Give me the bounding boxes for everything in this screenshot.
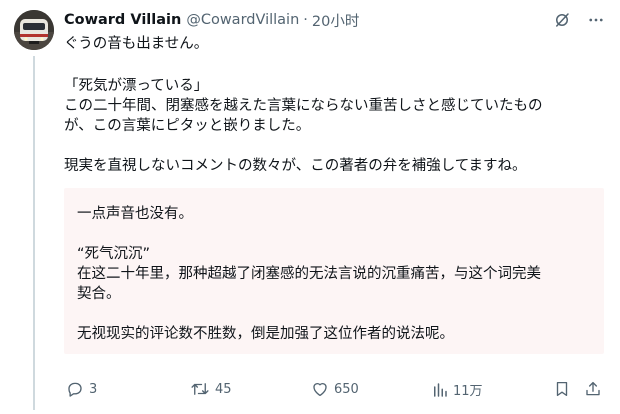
reply-icon — [68, 382, 82, 397]
like-button[interactable]: 650 — [311, 380, 359, 398]
retweet-button[interactable]: 45 — [190, 380, 232, 398]
share-icon — [586, 381, 600, 396]
tweet-header: Coward Villain @CowardVillain · 20小时 — [64, 10, 359, 30]
tweet-first-line: ぐうの音も出ません。 — [64, 36, 209, 52]
action-bar: 3 45 650 11万 — [64, 378, 604, 402]
thread-line — [33, 56, 35, 410]
bookmark-button[interactable] — [553, 380, 571, 398]
grok-icon[interactable] — [552, 10, 572, 30]
avatar[interactable] — [14, 10, 54, 50]
reply-button[interactable]: 3 — [66, 380, 97, 398]
views-icon — [434, 382, 447, 397]
tweet-body: 「死気が漂っている」 この二十年間、閉塞感を越えた言葉にならない重苦しさと感じて… — [64, 76, 604, 176]
tweet-line: が、この言葉にピタッと嵌りました。 — [64, 118, 311, 134]
translation-line: “死气沉沉” — [77, 246, 151, 262]
timestamp[interactable]: 20小时 — [312, 10, 359, 31]
tweet-line: 「死気が漂っている」 — [64, 78, 209, 94]
train-avatar-image — [14, 10, 54, 50]
more-icon[interactable] — [586, 10, 606, 30]
retweet-icon — [191, 383, 209, 395]
views-count: 11万 — [453, 384, 483, 399]
like-icon — [313, 383, 327, 397]
top-actions — [552, 10, 606, 30]
tweet-line: この二十年間、閉塞感を越えた言葉にならない重苦しさと感じていたもの — [64, 98, 543, 114]
author-handle[interactable]: @CowardVillain — [186, 12, 299, 28]
like-count: 650 — [334, 381, 359, 397]
bookmark-icon — [556, 381, 568, 397]
translation-line: 契合。 — [77, 286, 121, 302]
share-button[interactable] — [584, 380, 602, 398]
reply-count: 3 — [89, 381, 98, 397]
translation-line: 在这二十年里，那种超越了闭塞感的无法言说的沉重痛苦，与这个词完美 — [77, 266, 541, 282]
translation-box: 一点声音也没有。 “死气沉沉” 在这二十年里，那种超越了闭塞感的无法言说的沉重痛… — [64, 188, 604, 354]
translation-line: 无视现实的评论数不胜数，倒是加强了这位作者的说法呢。 — [77, 326, 454, 342]
author-name[interactable]: Coward Villain — [64, 12, 181, 28]
views-button[interactable]: 11万 — [432, 380, 483, 399]
separator: · — [303, 12, 308, 28]
translation-line: 一点声音也没有。 — [77, 206, 193, 222]
tweet-line: 現実を直視しないコメントの数々が、この著者の弁を補強してますね。 — [64, 158, 527, 174]
retweet-count: 45 — [215, 381, 232, 397]
